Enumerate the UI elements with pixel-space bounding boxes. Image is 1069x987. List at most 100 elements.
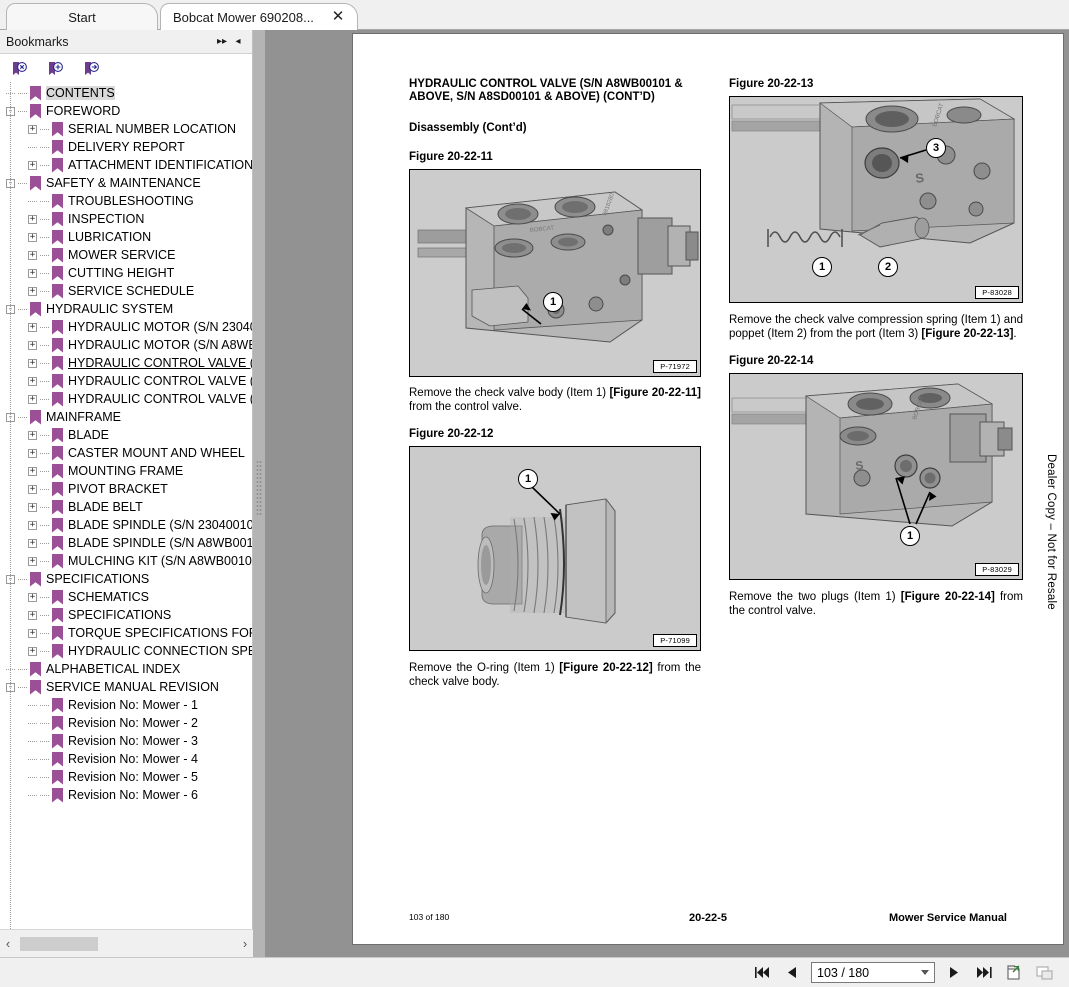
expand-icon[interactable]: + [28, 556, 37, 566]
expand-icon[interactable]: + [28, 124, 37, 134]
bookmark-item[interactable]: + MOWER SERVICE [0, 246, 252, 264]
expand-icon[interactable]: + [28, 448, 37, 458]
document-viewer[interactable]: HYDRAULIC CONTROL VALVE (S/N A8WB00101 &… [265, 30, 1069, 957]
bookmark-item[interactable]: + HYDRAULIC CONNECTION SPECIFI [0, 642, 252, 660]
figure-20-22-11-image: BOBCAT 6818280 1 P-71972 [409, 169, 701, 377]
bookmark-item[interactable]: + SCHEMATICS [0, 588, 252, 606]
bookmark-item[interactable]: Revision No: Mower - 5 [0, 768, 252, 786]
bookmark-item[interactable]: - MAINFRAME [0, 408, 252, 426]
bookmark-item[interactable]: Revision No: Mower - 1 [0, 696, 252, 714]
new-bookmark-icon[interactable] [46, 60, 64, 78]
bookmark-item[interactable]: TROUBLESHOOTING [0, 192, 252, 210]
panel-splitter[interactable] [253, 30, 265, 957]
bookmark-item[interactable]: + BLADE [0, 426, 252, 444]
tab-document[interactable]: Bobcat Mower 690208... ✕ [160, 3, 358, 30]
tree-guide [18, 686, 27, 688]
bookmark-item[interactable]: ALPHABETICAL INDEX [0, 660, 252, 678]
expand-icon[interactable]: + [28, 394, 37, 404]
fit-page-icon[interactable] [1002, 963, 1024, 983]
bookmarks-horizontal-scrollbar[interactable]: ‹ › [0, 929, 253, 957]
expand-icon[interactable]: + [28, 520, 37, 530]
bookmark-item[interactable]: CONTENTS [0, 84, 252, 102]
bookmarks-tree[interactable]: CONTENTS - FOREWORD + SERIAL NUMBER LOCATION… [0, 82, 252, 929]
chevron-down-icon[interactable] [921, 970, 929, 975]
bookmark-item[interactable]: - SAFETY & MAINTENANCE [0, 174, 252, 192]
expand-icon[interactable]: + [28, 268, 37, 278]
bookmark-item[interactable]: + BLADE SPINDLE (S/N 230400101 [0, 516, 252, 534]
bookmark-icon [52, 733, 63, 749]
first-page-button[interactable] [753, 963, 773, 983]
goto-bookmark-icon[interactable] [82, 60, 100, 78]
bookmark-item[interactable]: + LUBRICATION [0, 228, 252, 246]
expand-icon[interactable]: + [28, 646, 37, 656]
bookmark-item[interactable]: - SPECIFICATIONS [0, 570, 252, 588]
expand-icon[interactable]: + [28, 502, 37, 512]
collapse-panel-icon[interactable]: ◂ [230, 34, 246, 50]
bookmark-item[interactable]: + HYDRAULIC CONTROL VALVE (S/N [0, 372, 252, 390]
bookmark-item[interactable]: Revision No: Mower - 2 [0, 714, 252, 732]
expand-icon[interactable]: + [28, 214, 37, 224]
tree-guide [28, 758, 37, 760]
bookmark-icon [52, 589, 63, 605]
fit-width-icon[interactable] [1033, 963, 1055, 983]
bookmark-item[interactable]: DELIVERY REPORT [0, 138, 252, 156]
expand-icon[interactable]: + [28, 628, 37, 638]
previous-page-button[interactable] [782, 963, 802, 983]
tree-guide [40, 146, 49, 148]
bookmark-item[interactable]: + SERIAL NUMBER LOCATION [0, 120, 252, 138]
bookmark-item[interactable]: + CASTER MOUNT AND WHEEL [0, 444, 252, 462]
page-number-select[interactable]: 103 / 180 [811, 962, 935, 983]
delete-bookmark-icon[interactable] [10, 60, 28, 78]
bookmark-item[interactable]: + INSPECTION [0, 210, 252, 228]
expand-panel-icon[interactable]: ▸▸ [214, 34, 230, 50]
expand-icon[interactable]: + [28, 610, 37, 620]
tree-guide [40, 434, 49, 436]
bookmark-item[interactable]: + ATTACHMENT IDENTIFICATION [0, 156, 252, 174]
expand-icon[interactable]: + [28, 232, 37, 242]
tab-start[interactable]: Start [6, 3, 158, 30]
expand-icon[interactable]: + [28, 376, 37, 386]
expand-icon[interactable]: + [28, 250, 37, 260]
expand-icon[interactable]: + [28, 340, 37, 350]
bookmark-item[interactable]: - FOREWORD [0, 102, 252, 120]
expand-icon[interactable]: + [28, 286, 37, 296]
scroll-left-icon[interactable]: ‹ [0, 936, 16, 951]
expand-icon[interactable]: + [28, 538, 37, 548]
scroll-right-icon[interactable]: › [237, 936, 253, 951]
tree-guide [28, 704, 37, 706]
bookmark-item[interactable]: + SPECIFICATIONS [0, 606, 252, 624]
expand-icon[interactable]: + [28, 322, 37, 332]
expand-icon[interactable]: + [28, 160, 37, 170]
expand-icon[interactable]: + [28, 466, 37, 476]
bookmark-item[interactable]: + TORQUE SPECIFICATIONS FOR BO [0, 624, 252, 642]
bookmark-item[interactable]: + CUTTING HEIGHT [0, 264, 252, 282]
bookmark-item[interactable]: + BLADE BELT [0, 498, 252, 516]
bookmark-item[interactable]: + HYDRAULIC MOTOR (S/N A8WB00101 [0, 336, 252, 354]
scroll-track[interactable] [16, 936, 237, 951]
bookmark-item[interactable]: + PIVOT BRACKET [0, 480, 252, 498]
bookmark-item[interactable]: + HYDRAULIC CONTROL VALVE (S/N [0, 354, 252, 372]
bookmark-item[interactable]: Revision No: Mower - 4 [0, 750, 252, 768]
bookmark-item[interactable]: + MOUNTING FRAME [0, 462, 252, 480]
expand-icon[interactable]: + [28, 484, 37, 494]
expand-icon[interactable]: + [28, 430, 37, 440]
next-page-button[interactable] [944, 963, 964, 983]
expand-icon[interactable]: + [28, 358, 37, 368]
bookmark-item[interactable]: Revision No: Mower - 3 [0, 732, 252, 750]
bookmark-item[interactable]: + HYDRAULIC MOTOR (S/N 230400101 [0, 318, 252, 336]
page-number-value: 103 / 180 [817, 965, 870, 980]
close-tab-icon[interactable]: ✕ [331, 9, 345, 24]
tree-guide [40, 200, 49, 202]
bookmark-item[interactable]: - HYDRAULIC SYSTEM [0, 300, 252, 318]
scroll-thumb[interactable] [20, 936, 98, 951]
bookmark-item[interactable]: + HYDRAULIC CONTROL VALVE (S/N [0, 390, 252, 408]
last-page-button[interactable] [973, 963, 993, 983]
tree-guide [40, 794, 49, 796]
bookmark-item[interactable]: + MULCHING KIT (S/N A8WB00101 [0, 552, 252, 570]
expand-icon[interactable]: + [28, 592, 37, 602]
bookmark-item[interactable]: + SERVICE SCHEDULE [0, 282, 252, 300]
bookmark-item[interactable]: - SERVICE MANUAL REVISION [0, 678, 252, 696]
splitter-grip[interactable] [256, 460, 262, 516]
bookmark-item[interactable]: + BLADE SPINDLE (S/N A8WB00101 [0, 534, 252, 552]
bookmark-item[interactable]: Revision No: Mower - 6 [0, 786, 252, 804]
